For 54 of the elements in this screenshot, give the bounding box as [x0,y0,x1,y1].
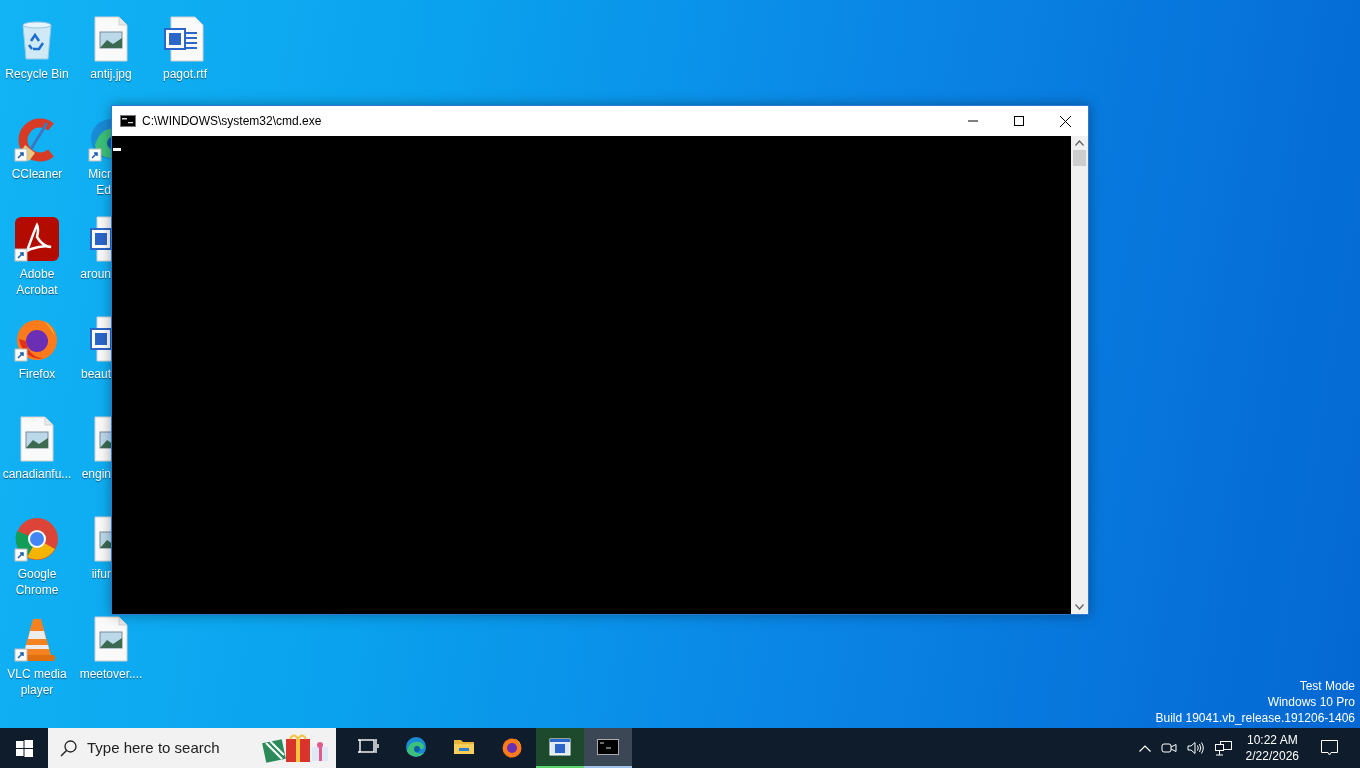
icon-label: Google Chrome [14,566,60,598]
clock-time: 10:22 AM [1246,732,1298,748]
icon-label: antij.jpg [89,66,133,82]
icon-label: iifur [90,566,111,582]
icon-label: pagot.rtf [162,66,208,82]
icon-label: beaut [79,366,111,382]
scrollbar[interactable] [1071,136,1088,614]
desktop-icon[interactable]: Adobe Acrobat [0,215,74,305]
desktop-icon[interactable]: antij.jpg [74,15,148,105]
desktop-icon[interactable]: meetover.... [74,615,148,705]
icon-label: meetover.... [78,666,144,682]
watermark-text: Build 19041.vb_release.191206-1406 [1155,710,1355,726]
icon-label: Micr Ed [87,166,111,198]
network-icon[interactable] [1214,740,1232,756]
taskbar-button[interactable] [584,728,632,768]
clock-date: 2/22/2026 [1245,748,1299,764]
desktop-icon[interactable]: CCleaner [0,115,74,205]
watermark-text: Windows 10 Pro [1267,694,1355,710]
desktop-icon[interactable]: canadianfu... [0,415,74,505]
caret-up-icon[interactable] [1138,744,1151,752]
icon-label: Recycle Bin [4,66,70,82]
clock[interactable]: 10:22 AM 2/22/2026 [1241,732,1303,764]
desktop-icon[interactable]: Firefox [0,315,74,405]
window-title: C:\WINDOWS\system32\cmd.exe [142,113,322,130]
desktop-icon[interactable]: VLC media player [0,615,74,705]
taskbar-button[interactable] [536,728,584,768]
app-window-icon [549,736,571,758]
icon-label: Adobe Acrobat [15,266,59,298]
desktop-icon[interactable]: pagot.rtf [148,15,222,105]
icon-label: CCleaner [10,166,64,182]
desktop-icon[interactable]: Recycle Bin [0,15,74,105]
windows-logo-icon [15,739,33,757]
desktop-icon[interactable]: Google Chrome [0,515,74,605]
scroll-up-icon[interactable] [1075,140,1084,146]
icon-label: VLC media player [6,666,68,698]
maximize-icon [1014,116,1024,126]
search-box[interactable]: Type here to search [48,728,336,768]
notification-icon[interactable] [1321,740,1338,756]
search-icon [60,739,77,757]
camera-icon[interactable] [1160,741,1177,755]
watermark-text: Test Mode [1299,678,1355,694]
console-icon [597,736,619,758]
icon-label: aroun [79,266,111,282]
console-icon [120,115,136,127]
search-input[interactable]: Type here to search [87,736,262,760]
firefox-icon [501,736,523,758]
scroll-down-icon[interactable] [1075,604,1084,610]
speaker-icon[interactable] [1186,741,1205,755]
edge-icon [405,736,427,758]
scrollbar-thumb[interactable] [1073,150,1086,166]
icon-label: canadianfu... [1,466,73,482]
icon-label: Firefox [17,366,57,382]
close-icon [1059,115,1071,127]
icon-label: engin [80,466,111,482]
